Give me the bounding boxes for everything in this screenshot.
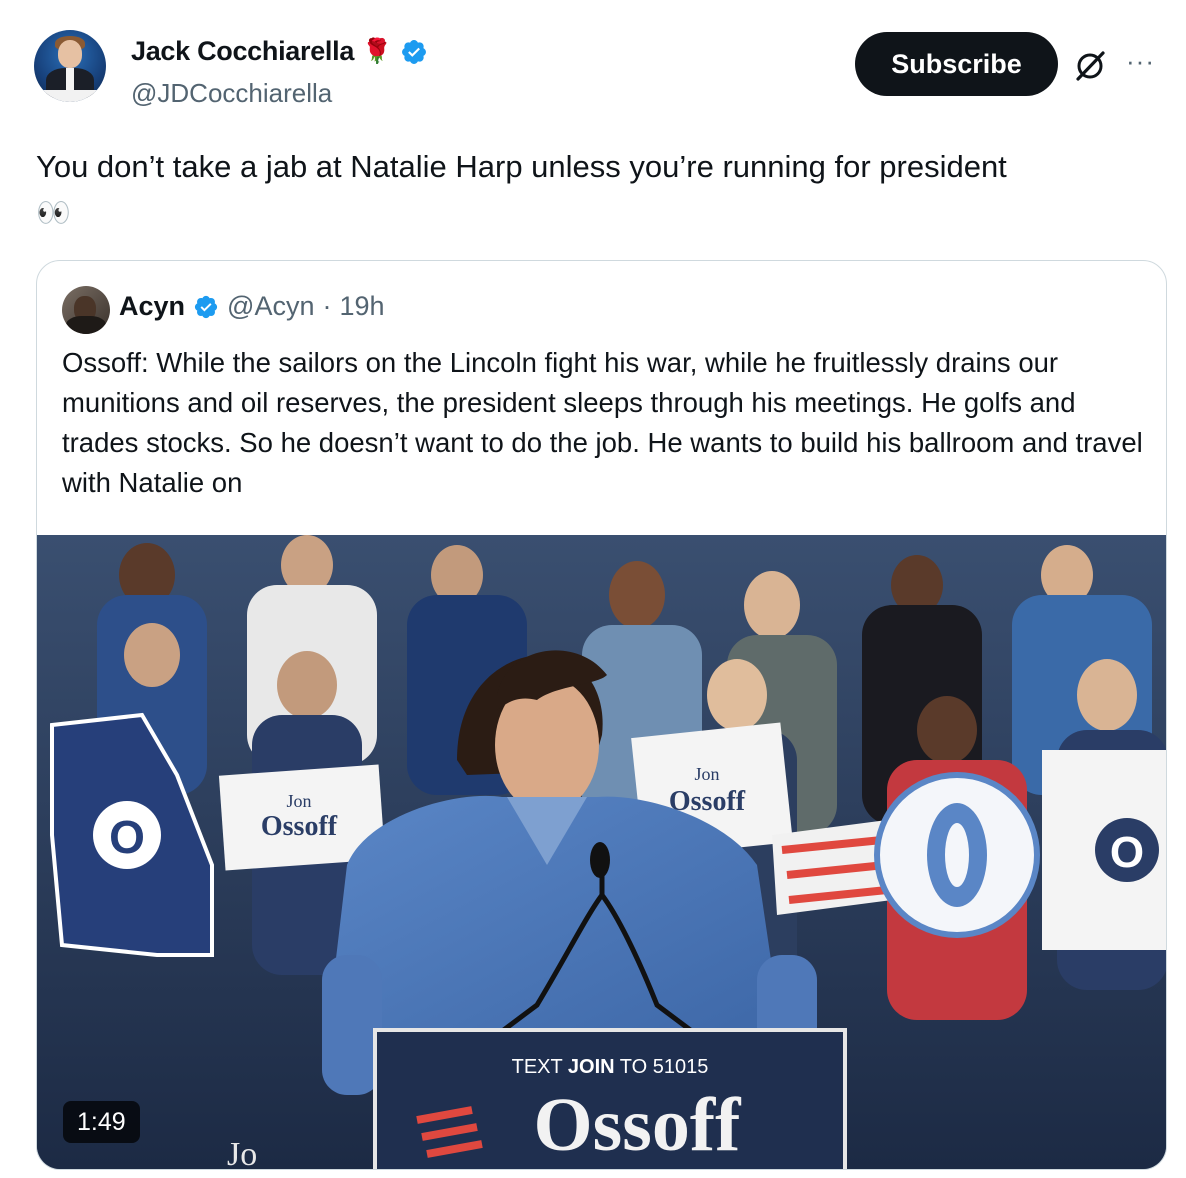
tweet-text: You don’t take a jab at Natalie Harp unl… [36, 146, 1156, 234]
svg-text:TEXT JOIN TO 51015: TEXT JOIN TO 51015 [512, 1056, 709, 1078]
verified-badge-icon [401, 39, 426, 64]
quoted-author-avatar[interactable] [62, 286, 110, 334]
quoted-tweet[interactable]: Acyn @Acyn · 19h Ossoff: While the sailo… [36, 260, 1167, 1170]
quoted-author-handle[interactable]: @Acyn [227, 291, 314, 322]
verified-badge-icon [194, 295, 218, 318]
quoted-author-name[interactable]: Acyn [119, 291, 185, 322]
author-avatar[interactable] [34, 30, 106, 102]
quoted-timestamp[interactable]: 19h [339, 291, 384, 322]
circle-letter-left: O [109, 811, 145, 863]
author-name-row[interactable]: Jack Cocchiarella 🌹 [131, 36, 428, 67]
partial-sign-text: Jo [227, 1136, 257, 1170]
svg-text:Jon: Jon [286, 791, 311, 811]
quoted-tweet-text: Ossoff: While the sailors on the Lincoln… [62, 347, 1143, 498]
subscribe-button[interactable]: Subscribe [855, 32, 1058, 96]
tweet-text-body: You don’t take a jab at Natalie Harp unl… [36, 149, 1007, 184]
more-options-icon[interactable]: ··· [1126, 46, 1155, 77]
video-player[interactable]: O Jon Ossoff Jon Ossoff O TEXT JOIN TO 5… [37, 535, 1166, 1170]
eyes-emoji: 👀 [36, 197, 71, 228]
mic-head [590, 842, 610, 878]
video-duration-badge: 1:49 [63, 1101, 140, 1143]
svg-text:Jon: Jon [694, 764, 719, 784]
svg-text:O: O [1110, 828, 1144, 877]
grok-icon[interactable] [1072, 48, 1108, 84]
podium-brand: Ossoff [534, 1083, 743, 1167]
rose-emoji: 🌹 [362, 38, 392, 65]
author-handle[interactable]: @JDCocchiarella [131, 78, 332, 109]
quoted-tweet-header: Acyn @Acyn · 19h [119, 291, 385, 322]
svg-text:Ossoff: Ossoff [261, 811, 338, 842]
video-thumbnail: O Jon Ossoff Jon Ossoff O TEXT JOIN TO 5… [37, 535, 1166, 1170]
meta-separator: · [322, 291, 332, 321]
author-display-name[interactable]: Jack Cocchiarella [131, 36, 354, 67]
podium: TEXT JOIN TO 51015 Ossoff [373, 1028, 847, 1169]
